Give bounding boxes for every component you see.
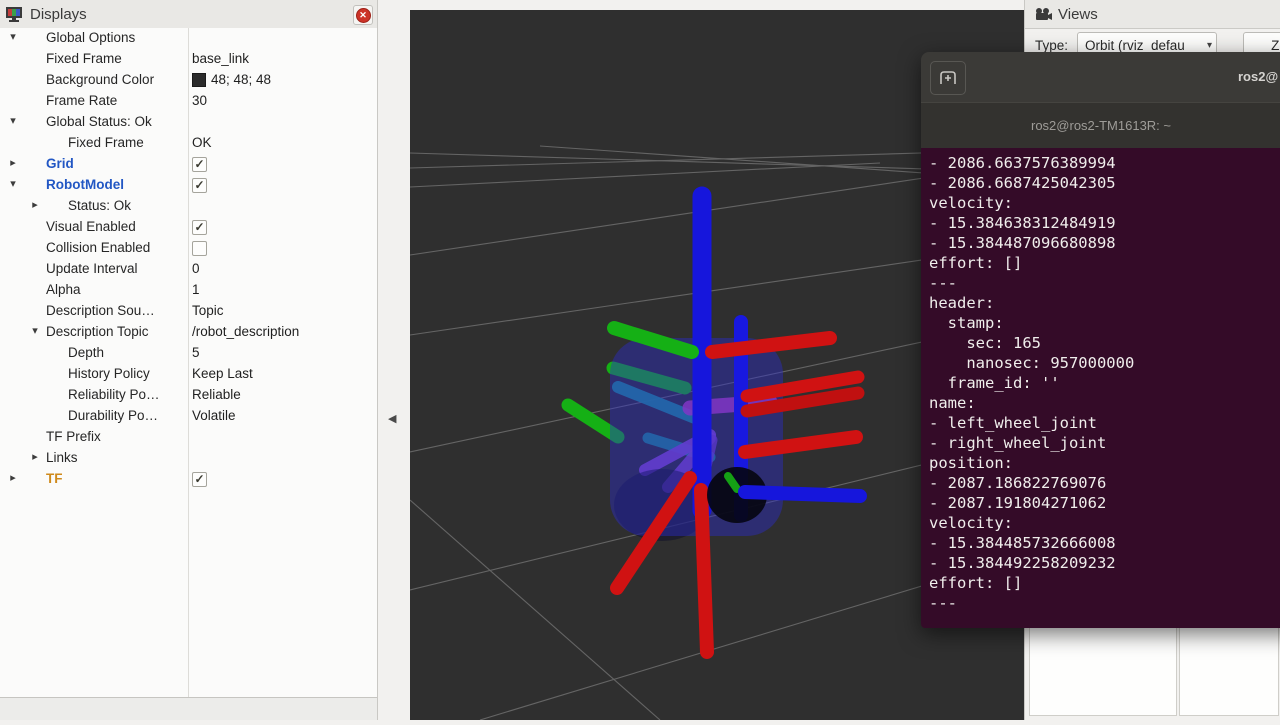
tree-row-label: Depth (68, 345, 104, 360)
tree-row-label: History Policy (68, 366, 150, 381)
expander-icon[interactable]: ▾ (28, 324, 42, 337)
new-tab-icon (939, 70, 957, 86)
tree-row-label: Description Sou… (46, 303, 155, 318)
property-value[interactable]: OK (192, 135, 212, 150)
view-type-value: Orbit (rviz_defau (1085, 38, 1185, 53)
tree-row-label: Update Interval (46, 261, 138, 276)
expander-icon[interactable]: ▾ (6, 114, 20, 127)
property-value[interactable]: 1 (192, 282, 200, 297)
property-value[interactable]: Topic (192, 303, 224, 318)
displays-column-divider[interactable] (188, 28, 189, 698)
tree-row-label: Fixed Frame (46, 51, 122, 66)
robot-model (568, 196, 860, 652)
enable-checkbox[interactable]: ✓ (192, 177, 207, 193)
tree-row-label: Global Status: Ok (46, 114, 152, 129)
enable-checkbox[interactable]: ✓ (192, 219, 207, 235)
panel-collapse-arrow-icon[interactable]: ◀ (388, 412, 396, 425)
tree-row-label: RobotModel (46, 177, 124, 192)
tree-row-label: Links (46, 450, 78, 465)
tree-row-label: Alpha (46, 282, 81, 297)
close-icon: ✕ (356, 8, 371, 23)
terminal-output[interactable]: - 2086.6637576389994 - 2086.668742504230… (921, 148, 1280, 628)
property-value[interactable]: 0 (192, 261, 200, 276)
checkbox-checked[interactable]: ✓ (192, 157, 207, 172)
tree-row-label: Status: Ok (68, 198, 131, 213)
displays-panel-title: Displays (30, 6, 87, 23)
property-value[interactable]: /robot_description (192, 324, 299, 339)
property-value[interactable]: 5 (192, 345, 200, 360)
expander-icon[interactable]: ▾ (6, 30, 20, 43)
tree-row-label: Frame Rate (46, 93, 117, 108)
displays-panel: Displays ✕ ▾ Global Options Fixed Frame bas… (0, 0, 378, 720)
tree-row-label: TF Prefix (46, 429, 101, 444)
tree-row-label: Durability Po… (68, 408, 158, 423)
terminal-window: ros2@ ros2@ros2-TM1613R: ~ ▾ - 2086.6637… (921, 52, 1280, 628)
displays-panel-icon (5, 6, 24, 23)
tree-row-label: TF (46, 471, 63, 486)
property-value[interactable]: 30 (192, 93, 207, 108)
enable-checkbox[interactable]: ✓ (192, 471, 207, 487)
chevron-down-icon: ▾ (1207, 40, 1212, 51)
terminal-text: - 2086.6637576389994 - 2086.668742504230… (921, 148, 1280, 613)
expander-icon[interactable]: ▾ (6, 177, 20, 190)
color-value[interactable]: 48; 48; 48 (192, 72, 271, 87)
checkbox-checked[interactable]: ✓ (192, 178, 207, 193)
checkbox-checked[interactable]: ✓ (192, 220, 207, 235)
color-swatch (192, 73, 206, 87)
terminal-tab[interactable]: ros2@ros2-TM1613R: ~ (921, 118, 1280, 133)
terminal-window-title: ros2@ (1238, 69, 1278, 84)
property-value[interactable]: base_link (192, 51, 249, 66)
checkbox-checked[interactable]: ✓ (192, 472, 207, 487)
tree-row-label: Description Topic (46, 324, 149, 339)
displays-close-button[interactable]: ✕ (353, 5, 373, 25)
new-tab-button[interactable] (930, 61, 966, 95)
checkbox-unchecked[interactable] (192, 241, 207, 256)
views-panel-title: Views (1058, 6, 1098, 23)
tree-row-label: Global Options (46, 30, 135, 45)
enable-checkbox[interactable]: ✓ (192, 156, 207, 172)
expander-icon[interactable]: ▸ (6, 156, 20, 169)
expander-icon[interactable]: ▸ (6, 471, 20, 484)
property-value[interactable]: Reliable (192, 387, 241, 402)
tree-row-label: Grid (46, 156, 74, 171)
view-type-label: Type: (1035, 38, 1068, 53)
views-panel-titlebar: Views (1025, 0, 1280, 29)
property-value[interactable]: Volatile (192, 408, 236, 423)
expander-icon[interactable]: ▸ (28, 450, 42, 463)
tree-row-label: Reliability Po… (68, 387, 160, 402)
terminal-titlebar: ros2@ (921, 52, 1280, 102)
displays-bottom-bar (0, 697, 377, 720)
terminal-tabbar: ros2@ros2-TM1613R: ~ ▾ (921, 102, 1280, 149)
displays-panel-titlebar: Displays ✕ (0, 0, 377, 29)
expander-icon[interactable]: ▸ (28, 198, 42, 211)
tree-row-label: Visual Enabled (46, 219, 136, 234)
tree-row-label: Background Color (46, 72, 154, 87)
property-value[interactable]: Keep Last (192, 366, 253, 381)
views-panel-icon (1034, 7, 1052, 21)
tree-row-label: Fixed Frame (68, 135, 144, 150)
tree-row-label: Collision Enabled (46, 240, 150, 255)
enable-checkbox[interactable] (192, 240, 207, 256)
